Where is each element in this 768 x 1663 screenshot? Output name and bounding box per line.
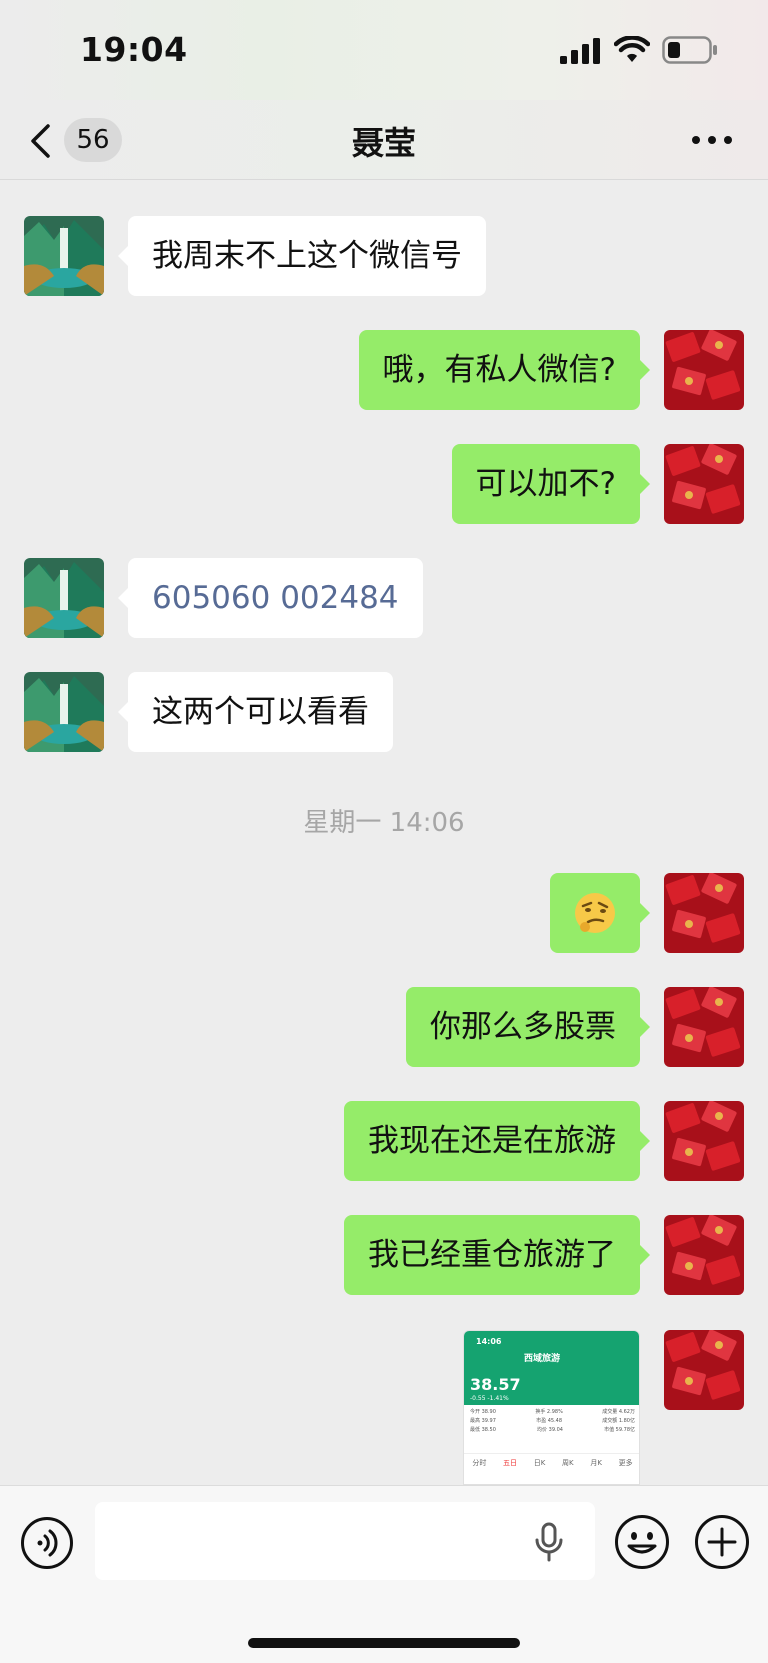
screenshot-change: -0.55 -1.41% <box>470 1395 509 1402</box>
message-bubble-incoming[interactable]: 这两个可以看看 <box>118 672 393 752</box>
input-bar <box>0 1485 768 1663</box>
quote-cell: 市盈 45.48 <box>536 1418 563 1424</box>
quote-cell: 成交量 4.62万 <box>602 1409 635 1415</box>
quote-cell: 换手 2.98% <box>535 1409 563 1415</box>
divider <box>464 1453 639 1454</box>
red-envelope-avatar-icon <box>664 873 744 953</box>
wifi-icon <box>614 36 650 62</box>
emoji-icon[interactable] <box>614 1514 670 1570</box>
screenshot-tab: 更多 <box>618 1459 633 1467</box>
screenshot-tab: 日K <box>533 1459 546 1467</box>
landscape-avatar-icon <box>24 672 104 752</box>
my-avatar[interactable] <box>664 873 744 953</box>
message-input[interactable] <box>95 1502 595 1580</box>
my-avatar[interactable] <box>664 1215 744 1295</box>
my-avatar[interactable] <box>664 987 744 1067</box>
screenshot-time: 14:06 <box>476 1337 502 1346</box>
message-bubble-outgoing[interactable]: 可以加不? <box>451 444 651 524</box>
skeptical-face-emoji-icon <box>575 893 615 933</box>
more-options-icon[interactable] <box>690 128 734 152</box>
screenshot-stock-name: 西域旅游 <box>524 1354 561 1364</box>
microphone-icon[interactable] <box>534 1522 564 1562</box>
red-envelope-avatar-icon <box>664 444 744 524</box>
message-bubble-outgoing[interactable] <box>550 873 650 953</box>
quote-cell: 市值 59.78亿 <box>604 1427 635 1433</box>
table-row: 最高 39.97 市盈 45.48 成交额 1.80亿 <box>464 1416 639 1425</box>
chat-title: 聂莹 <box>351 124 416 162</box>
stock-code-link[interactable]: 605060 002484 <box>152 580 399 616</box>
screenshot-tabs: 分时 五日 日K 周K 月K 更多 <box>464 1458 639 1468</box>
screenshot-tab: 分时 <box>472 1459 487 1467</box>
status-bar: 19:04 <box>0 0 768 100</box>
red-envelope-avatar-icon <box>664 987 744 1067</box>
table-row: 最低 38.50 均价 39.04 市值 59.78亿 <box>464 1425 639 1434</box>
screenshot-tab: 周K <box>562 1459 574 1467</box>
message-timestamp: 星期一 14:06 <box>303 808 465 838</box>
my-avatar[interactable] <box>664 444 744 524</box>
screenshot-tab: 月K <box>590 1459 602 1467</box>
contact-avatar[interactable] <box>24 672 104 752</box>
signal-icon <box>560 38 600 64</box>
contact-avatar[interactable] <box>24 558 104 638</box>
screenshot-quote-table: 今开 38.90 换手 2.98% 成交量 4.62万 最高 39.97 市盈 … <box>464 1407 639 1434</box>
table-row: 今开 38.90 换手 2.98% 成交量 4.62万 <box>464 1407 639 1416</box>
landscape-avatar-icon <box>24 558 104 638</box>
red-envelope-avatar-icon <box>664 1330 744 1410</box>
my-avatar[interactable] <box>664 330 744 410</box>
my-avatar[interactable] <box>664 1101 744 1181</box>
quote-cell: 最高 39.97 <box>470 1418 496 1424</box>
quote-cell: 均价 39.04 <box>537 1427 563 1433</box>
battery-icon <box>662 36 717 64</box>
message-bubble-incoming[interactable]: 605060 002484 <box>118 558 423 638</box>
home-indicator[interactable] <box>248 1638 520 1648</box>
message-bubble-outgoing[interactable]: 我现在还是在旅游 <box>344 1101 650 1181</box>
screenshot-header: 14:06 西域旅游 38.57 -0.55 -1.41% <box>464 1331 639 1405</box>
red-envelope-avatar-icon <box>664 1215 744 1295</box>
message-bubble-outgoing[interactable]: 哦，有私人微信? <box>358 330 651 410</box>
plus-icon[interactable] <box>694 1514 750 1570</box>
screenshot-tab: 五日 <box>503 1459 518 1467</box>
screenshot-price: 38.57 <box>470 1375 521 1394</box>
contact-avatar[interactable] <box>24 216 104 296</box>
message-bubble-outgoing[interactable]: 我已经重仓旅游了 <box>344 1215 650 1295</box>
voice-input-icon[interactable] <box>20 1516 74 1570</box>
status-time: 19:04 <box>80 30 188 69</box>
message-bubble-outgoing[interactable]: 你那么多股票 <box>406 987 650 1067</box>
my-avatar[interactable] <box>664 1330 744 1410</box>
stock-screenshot-image[interactable]: 14:06 西域旅游 38.57 -0.55 -1.41% 今开 38.90 换… <box>463 1330 640 1485</box>
red-envelope-avatar-icon <box>664 1101 744 1181</box>
quote-cell: 今开 38.90 <box>470 1409 496 1415</box>
quote-cell: 成交额 1.80亿 <box>602 1418 635 1424</box>
message-bubble-incoming[interactable]: 我周末不上这个微信号 <box>118 216 486 296</box>
nav-bar: 56 聂莹 <box>0 100 768 180</box>
quote-cell: 最低 38.50 <box>470 1427 496 1433</box>
red-envelope-avatar-icon <box>664 330 744 410</box>
landscape-avatar-icon <box>24 216 104 296</box>
